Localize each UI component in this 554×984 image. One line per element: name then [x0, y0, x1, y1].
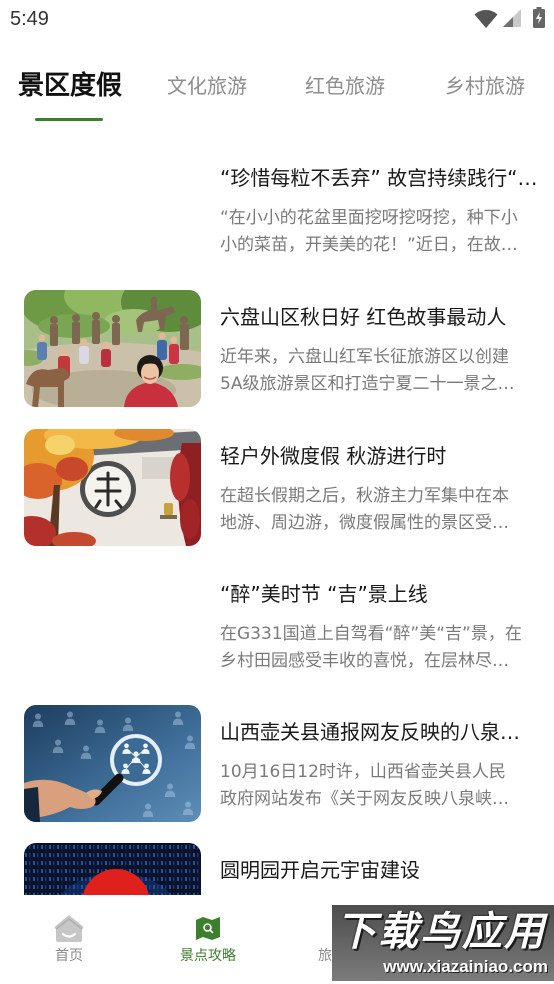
article-summary-line: 近年来，六盘山红军长征旅游区以创建	[220, 347, 509, 367]
article-title: 轻户外微度假 秋游进行时	[220, 444, 447, 468]
battery-charging-icon	[533, 7, 545, 28]
nav-item-home[interactable]: 首页	[0, 895, 138, 984]
article-thumbnail	[24, 290, 201, 407]
article-item[interactable]: 山西壶关县通报网友反映的八泉… 10月16日12时许，山西省壶关县人民 政府网站…	[0, 705, 554, 822]
tab-rural-travel[interactable]: 乡村旅游	[445, 72, 525, 100]
article-summary-line: 乡村田园感受丰收的喜悦，在层林尽…	[220, 651, 509, 671]
article-thumbnail	[24, 705, 201, 822]
article-title: 圆明园开启元宇宙建设	[220, 858, 420, 882]
tab-scenic-vacation[interactable]: 景区度假	[18, 69, 122, 103]
home-icon	[54, 915, 84, 942]
article-title: 六盘山区秋日好 红色故事最动人	[220, 305, 507, 329]
tab-culture-travel[interactable]: 文化旅游	[167, 72, 247, 100]
wifi-icon	[474, 10, 498, 28]
active-tab-indicator	[35, 118, 103, 121]
article-summary-line: 小的菜苗，开美美的花！”近日，在故…	[220, 235, 518, 255]
article-item[interactable]: “醉”美时节 “吉”景上线 在G331国道上自驾看“醉”美“吉”景，在 乡村田园…	[0, 567, 554, 684]
nav-label-home: 首页	[55, 948, 83, 964]
watermark-title: 下载鸟应用	[336, 909, 546, 955]
watermark: 下载鸟应用 www.xiazainiao.com	[332, 905, 554, 981]
article-thumbnail	[24, 429, 201, 546]
article-summary-line: “在小小的花盆里面挖呀挖呀挖，种下小	[220, 208, 518, 228]
article-summary-line: 在超长假期之后，秋游主力军集中在本	[220, 486, 509, 506]
map-search-icon	[196, 917, 220, 940]
nav-item-attraction-guide[interactable]: 景点攻略	[139, 895, 277, 984]
status-time: 5:49	[10, 8, 49, 30]
article-item[interactable]: “珍惜每粒不丢弃” 故宫持续践行“… “在小小的花盆里面挖呀挖呀挖，种下小 小的…	[0, 151, 554, 268]
article-summary-line: 政府网站发布《关于网友反映八泉峡…	[220, 789, 509, 809]
status-bar: 5:49	[0, 0, 554, 38]
article-title: 山西壶关县通报网友反映的八泉…	[220, 720, 520, 744]
nav-label-third: 旅	[318, 948, 332, 964]
tab-red-tourism[interactable]: 红色旅游	[305, 72, 385, 100]
article-summary-line: 在G331国道上自驾看“醉”美“吉”景，在	[220, 624, 522, 644]
article-summary-line: 5A级旅游景区和打造宁夏二十一景之…	[220, 374, 515, 394]
nav-label-attraction-guide: 景点攻略	[180, 948, 236, 964]
category-tabs: 景区度假 文化旅游 红色旅游 乡村旅游	[0, 60, 554, 122]
watermark-url: www.xiazainiao.com	[383, 957, 548, 976]
signal-icon	[503, 9, 521, 27]
article-item[interactable]: 轻户外微度假 秋游进行时 在超长假期之后，秋游主力军集中在本 地游、周边游，微度…	[0, 429, 554, 546]
article-summary-line: 10月16日12时许，山西省壶关县人民	[220, 762, 506, 782]
article-summary-line: 地游、周边游，微度假属性的景区受…	[220, 513, 509, 533]
article-title: “醉”美时节 “吉”景上线	[220, 582, 428, 606]
article-item[interactable]: 六盘山区秋日好 红色故事最动人 近年来，六盘山红军长征旅游区以创建 5A级旅游景…	[0, 290, 554, 407]
article-title: “珍惜每粒不丢弃” 故宫持续践行“…	[220, 166, 536, 190]
